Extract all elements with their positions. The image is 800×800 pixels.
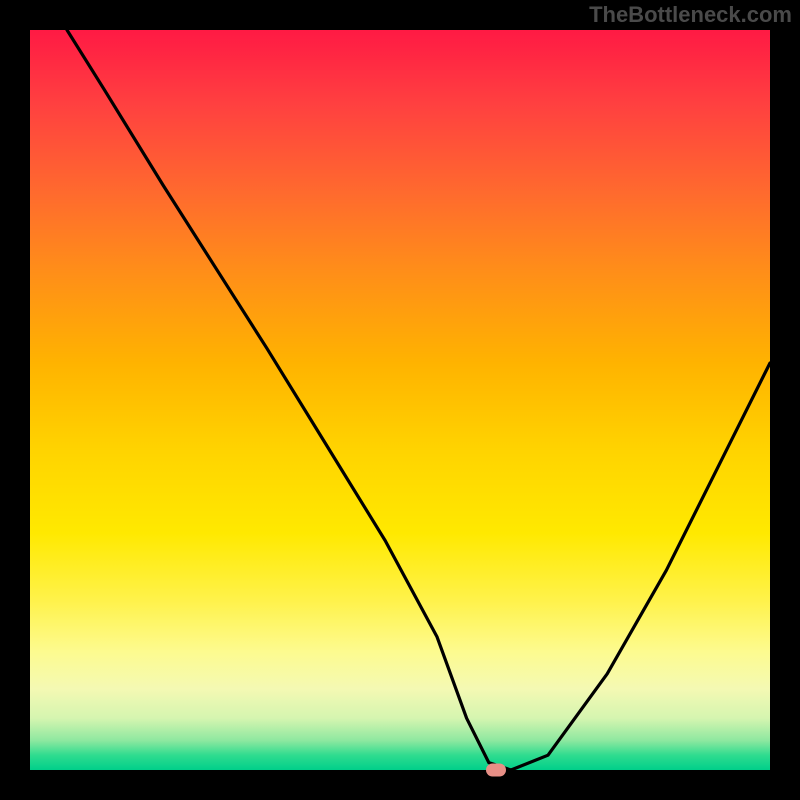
current-config-marker: [486, 764, 506, 777]
watermark-text: TheBottleneck.com: [589, 2, 792, 28]
plot-area: [30, 30, 770, 770]
bottleneck-curve: [30, 30, 770, 770]
chart-frame: TheBottleneck.com: [0, 0, 800, 800]
